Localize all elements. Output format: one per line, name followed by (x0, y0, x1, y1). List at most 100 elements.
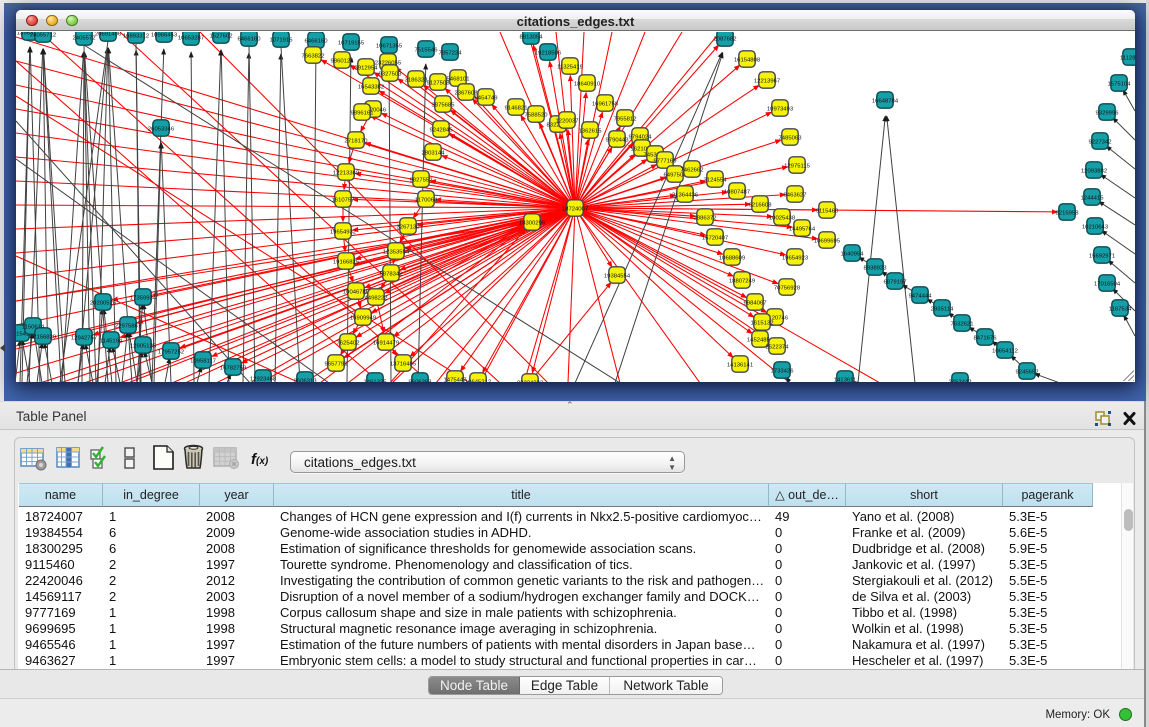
svg-text:23224222: 23224222 (517, 380, 543, 382)
svg-text:11325419: 11325419 (557, 64, 583, 70)
svg-text:8471676: 8471676 (974, 335, 998, 341)
svg-text:19654932: 19654932 (330, 229, 356, 235)
svg-text:9115460: 9115460 (816, 208, 839, 214)
svg-text:16961758: 16961758 (592, 101, 619, 107)
svg-text:4498222: 4498222 (365, 295, 388, 301)
svg-text:10653287: 10653287 (178, 35, 204, 41)
svg-text:12923468: 12923468 (250, 376, 277, 382)
svg-text:1170064: 1170064 (415, 197, 438, 203)
svg-text:18640910: 18640910 (574, 81, 601, 87)
svg-text:16909949: 16909949 (350, 315, 376, 321)
svg-text:1413611: 1413611 (834, 377, 857, 382)
svg-text:7588520: 7588520 (525, 112, 549, 118)
svg-text:18724007: 18724007 (562, 206, 588, 212)
svg-text:6466160: 6466160 (305, 38, 329, 44)
svg-text:3124554: 3124554 (704, 177, 728, 183)
svg-text:17957252: 17957252 (158, 349, 184, 355)
svg-text:10645212: 10645212 (465, 379, 491, 382)
svg-text:16893312: 16893312 (123, 33, 149, 39)
svg-text:12213369: 12213369 (333, 170, 359, 176)
svg-text:7462662: 7462662 (681, 167, 704, 173)
svg-text:10807487: 10807487 (724, 189, 750, 195)
svg-text:2452442: 2452442 (949, 379, 972, 382)
svg-text:16782759: 16782759 (220, 365, 246, 371)
svg-text:12213967: 12213967 (754, 78, 780, 84)
svg-text:1640954: 1640954 (841, 251, 865, 257)
svg-text:16154808: 16154808 (734, 57, 761, 63)
svg-text:24055712: 24055712 (30, 32, 56, 38)
svg-text:2886372: 2886372 (694, 215, 717, 221)
svg-text:7857224: 7857224 (439, 50, 463, 56)
svg-text:8938923: 8938923 (864, 265, 888, 271)
svg-text:12905135: 12905135 (130, 343, 157, 349)
svg-text:9245652: 9245652 (1016, 369, 1039, 375)
svg-text:14495764: 14495764 (789, 226, 816, 232)
svg-text:1475447: 1475447 (444, 377, 467, 382)
svg-text:15692971: 15692971 (1089, 253, 1115, 259)
svg-text:9984067: 9984067 (744, 300, 767, 306)
svg-text:10654112: 10654112 (992, 348, 1018, 354)
svg-text:21364436: 21364436 (672, 192, 699, 198)
svg-text:9606313: 9606313 (294, 378, 318, 382)
svg-text:9242845: 9242845 (430, 127, 454, 133)
svg-text:1461325: 1461325 (364, 379, 388, 382)
svg-text:14136141: 14136141 (727, 362, 753, 368)
svg-text:10025438: 10025438 (769, 215, 796, 221)
svg-text:20200526: 20200526 (90, 300, 117, 306)
svg-text:12156829: 12156829 (30, 334, 56, 340)
svg-text:8454749: 8454749 (475, 95, 498, 101)
svg-text:10958117: 10958117 (190, 358, 216, 364)
svg-text:1220037: 1220037 (556, 118, 579, 124)
svg-text:19166825: 19166825 (333, 259, 360, 265)
svg-text:3267130: 3267130 (397, 224, 421, 230)
svg-text:16648784: 16648784 (872, 98, 899, 104)
svg-text:20691406: 20691406 (95, 32, 122, 37)
svg-text:9777169: 9777169 (654, 158, 677, 164)
svg-text:19654923: 19654923 (782, 255, 809, 261)
svg-text:9474444: 9474444 (909, 293, 933, 299)
svg-text:3875685: 3875685 (432, 102, 456, 108)
svg-text:6466160: 6466160 (238, 36, 262, 42)
svg-text:19218506: 19218506 (535, 50, 562, 56)
svg-text:9790443: 9790443 (606, 137, 630, 143)
svg-text:7515546: 7515546 (415, 47, 439, 53)
svg-text:2405572: 2405572 (73, 35, 96, 41)
svg-text:2935114: 2935114 (931, 306, 954, 312)
svg-text:12975115: 12975115 (784, 163, 810, 169)
svg-text:5878342: 5878342 (380, 271, 403, 277)
svg-text:10699695: 10699695 (814, 238, 841, 244)
svg-text:8813054: 8813054 (520, 34, 544, 40)
svg-text:9657791: 9657791 (325, 361, 348, 367)
svg-text:17359934: 17359934 (130, 295, 157, 301)
svg-text:7632621: 7632621 (951, 321, 974, 327)
svg-text:22975867: 22975867 (115, 323, 141, 329)
svg-text:26053346: 26053346 (148, 126, 175, 132)
svg-text:2522374: 2522374 (766, 344, 790, 350)
svg-text:12353594: 12353594 (383, 249, 410, 255)
svg-text:1527602: 1527602 (210, 33, 233, 39)
svg-text:9896161: 9896161 (351, 110, 374, 116)
svg-text:1362615: 1362615 (579, 128, 603, 134)
svg-text:9227342: 9227342 (1089, 139, 1112, 145)
svg-text:12093882: 12093882 (1081, 168, 1107, 174)
svg-text:13716485: 13716485 (390, 361, 417, 367)
svg-text:9827552: 9827552 (410, 177, 433, 183)
svg-text:2087682: 2087682 (714, 36, 737, 42)
svg-text:1112843: 1112843 (1120, 55, 1135, 61)
svg-text:9327503: 9327503 (379, 71, 403, 77)
svg-text:10973493: 10973493 (767, 106, 794, 112)
svg-text:10719155: 10719155 (338, 40, 365, 46)
svg-text:15720407: 15720407 (702, 235, 728, 241)
svg-text:1575104: 1575104 (1108, 81, 1132, 87)
svg-text:16543382: 16543382 (358, 84, 384, 90)
svg-text:7625402: 7625402 (337, 340, 360, 346)
svg-text:9463627: 9463627 (784, 192, 807, 198)
svg-text:12942757: 12942757 (71, 335, 97, 341)
svg-text:18807249: 18807249 (729, 278, 755, 284)
svg-text:17016504: 17016504 (1094, 281, 1121, 287)
svg-text:1244415: 1244415 (1081, 195, 1105, 201)
svg-text:18300295: 18300295 (519, 220, 546, 226)
svg-text:3186323: 3186323 (405, 77, 429, 83)
svg-text:10210643: 10210643 (1082, 224, 1109, 230)
svg-text:10688609: 10688609 (719, 255, 745, 261)
